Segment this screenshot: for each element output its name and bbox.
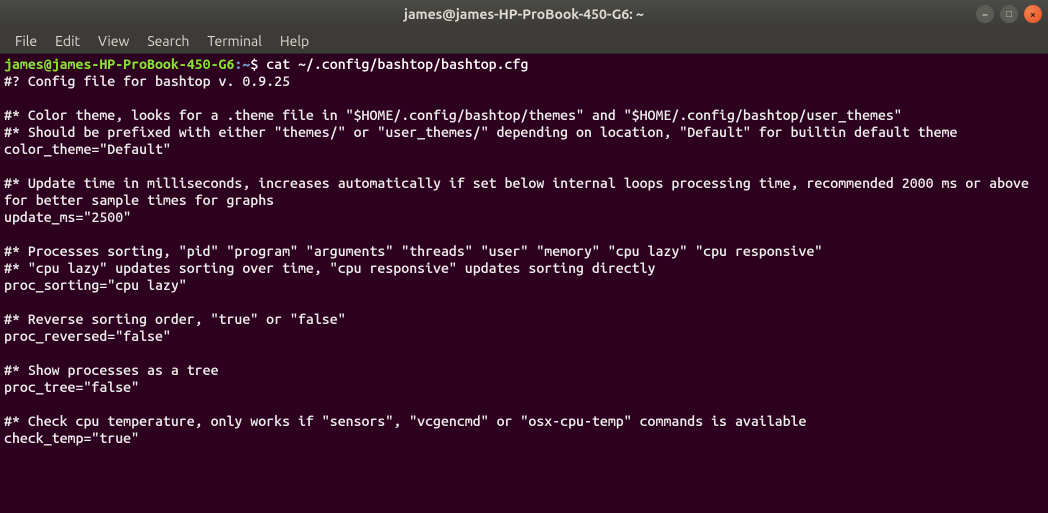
prompt-dollar: $: [250, 56, 266, 72]
output-line: proc_sorting="cpu lazy": [4, 277, 187, 293]
menu-view[interactable]: View: [89, 30, 138, 52]
output-line: #* Show processes as a tree: [4, 362, 219, 378]
output-line: #* Reverse sorting order, "true" or "fal…: [4, 311, 346, 327]
menu-file[interactable]: File: [6, 30, 46, 52]
output-line: color_theme="Default": [4, 141, 171, 157]
output-line: #* Processes sorting, "pid" "program" "a…: [4, 243, 822, 259]
minimize-glyph: –: [983, 9, 988, 20]
window-controls: – □ ×: [976, 5, 1042, 23]
maximize-icon[interactable]: □: [1000, 5, 1018, 23]
output-line: update_ms="2500": [4, 209, 131, 225]
command-text: cat ~/.config/bashtop/bashtop.cfg: [266, 56, 528, 72]
output-line: check_temp="true": [4, 430, 139, 446]
output-line: #* Color theme, looks for a .theme file …: [4, 107, 902, 123]
titlebar: james@james-HP-ProBook-450-G6: ~ – □ ×: [0, 0, 1048, 28]
menubar: File Edit View Search Terminal Help: [0, 28, 1048, 54]
menu-help[interactable]: Help: [271, 30, 318, 52]
output-line: #* "cpu lazy" updates sorting over time,…: [4, 260, 656, 276]
menu-terminal[interactable]: Terminal: [198, 30, 271, 52]
close-icon[interactable]: ×: [1024, 5, 1042, 23]
window-title: james@james-HP-ProBook-450-G6: ~: [404, 6, 644, 22]
prompt-userhost: james@james-HP-ProBook-450-G6: [4, 56, 234, 72]
terminal-area[interactable]: james@james-HP-ProBook-450-G6:~$ cat ~/.…: [0, 54, 1048, 453]
minimize-icon[interactable]: –: [976, 5, 994, 23]
output-line: #* Update time in milliseconds, increase…: [4, 175, 1029, 208]
output-line: #* Should be prefixed with either "theme…: [4, 124, 957, 140]
output-line: proc_tree="false": [4, 379, 139, 395]
menu-search[interactable]: Search: [138, 30, 198, 52]
output-line: #? Config file for bashtop v. 0.9.25: [4, 73, 290, 89]
menu-edit[interactable]: Edit: [46, 30, 89, 52]
maximize-glyph: □: [1006, 8, 1012, 20]
output-line: proc_reversed="false": [4, 328, 171, 344]
output-line: #* Check cpu temperature, only works if …: [4, 413, 806, 429]
close-glyph: ×: [1030, 9, 1036, 20]
